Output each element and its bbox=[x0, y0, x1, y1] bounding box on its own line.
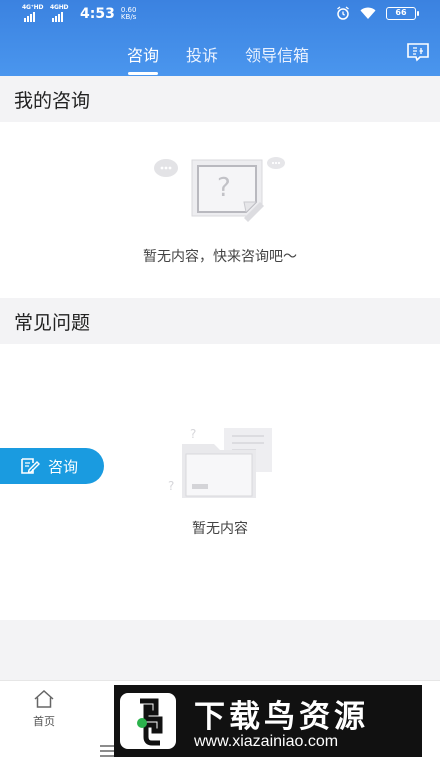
signal-2-icon: 4GHD bbox=[50, 4, 72, 22]
tab-complaint[interactable]: 投诉 bbox=[186, 42, 218, 66]
svg-text:?: ? bbox=[168, 479, 174, 493]
app-header: 4G⁺HD 4GHD 4:53 0.60 KB/s 66 咨询 投诉 领导信箱 bbox=[0, 0, 440, 76]
nav-home-label: 首页 bbox=[33, 715, 55, 728]
network-speed: 0.60 KB/s bbox=[120, 6, 137, 21]
faq-header: 常见问题 bbox=[0, 298, 440, 344]
wifi-icon bbox=[360, 7, 376, 19]
message-form-icon[interactable] bbox=[406, 42, 430, 62]
empty-message: 暂无内容，快来咨询吧～ bbox=[143, 249, 297, 265]
clock: 4:53 bbox=[80, 6, 115, 22]
watermark-banner: 下载鸟资源 www.xiazainiao.com bbox=[114, 685, 422, 757]
my-consultation-panel: ? 暂无内容，快来咨询吧～ bbox=[0, 122, 440, 298]
my-consultation-header: 我的咨询 bbox=[0, 76, 440, 122]
empty-folder-illustration-icon: ? ? bbox=[168, 427, 272, 498]
watermark-title: 下载鸟资源 bbox=[194, 699, 369, 735]
signal-1-icon: 4G⁺HD bbox=[22, 4, 44, 22]
tab-bar: 咨询 投诉 领导信箱 bbox=[0, 34, 440, 76]
tab-leader-mailbox[interactable]: 领导信箱 bbox=[245, 42, 309, 66]
home-icon bbox=[34, 689, 54, 708]
edit-form-icon bbox=[21, 458, 40, 474]
status-bar: 4G⁺HD 4GHD 4:53 0.60 KB/s 66 bbox=[0, 0, 440, 30]
svg-text:?: ? bbox=[190, 427, 196, 441]
svg-text:?: ? bbox=[217, 173, 231, 203]
bird-logo-icon bbox=[120, 693, 176, 749]
active-tab-indicator bbox=[128, 72, 158, 75]
battery-indicator: 66 bbox=[386, 6, 419, 20]
tab-consult[interactable]: 咨询 bbox=[127, 42, 159, 66]
consult-float-button[interactable]: 咨询 bbox=[0, 448, 104, 484]
section-title: 常见问题 bbox=[14, 312, 91, 334]
section-title: 我的咨询 bbox=[14, 90, 91, 112]
alarm-icon bbox=[337, 6, 349, 20]
empty-message: 暂无内容 bbox=[192, 521, 248, 537]
empty-consult-illustration-icon: ? bbox=[154, 157, 285, 222]
consult-float-label: 咨询 bbox=[48, 457, 79, 476]
watermark-url: www.xiazainiao.com bbox=[194, 733, 339, 750]
nav-home[interactable]: 首页 bbox=[26, 689, 62, 729]
